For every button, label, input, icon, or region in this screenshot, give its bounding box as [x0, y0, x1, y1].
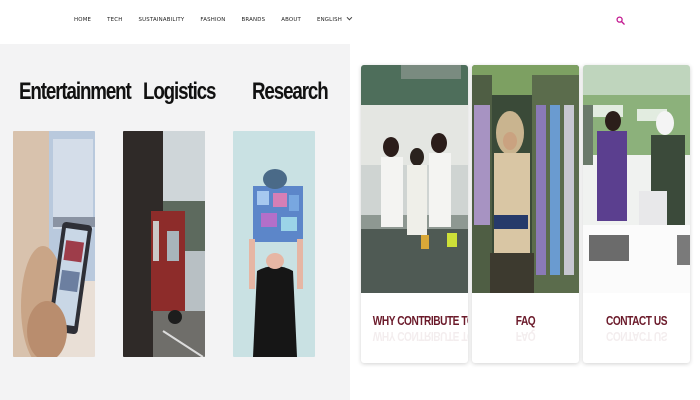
card-label: CONTACT US — [605, 313, 668, 328]
nav-sustainability[interactable]: SUSTAINABILITY — [138, 17, 184, 23]
entertainment-image[interactable] — [13, 131, 95, 357]
card-label-reflection: FAQ — [515, 329, 536, 344]
nav-tech[interactable]: TECH — [107, 17, 122, 23]
category-title-research: Research — [252, 78, 329, 105]
chevron-down-icon — [346, 14, 353, 21]
language-label: ENGLISH — [316, 17, 343, 23]
card-label-reflection: WHY CONTRIBUTE TO HU? — [372, 329, 468, 344]
card-faq[interactable]: FAQ FAQ — [472, 65, 579, 363]
category-title-logistics: Logistics — [143, 78, 216, 105]
card-label-reflection: CONTACT US — [605, 329, 668, 344]
lab-students-photo — [361, 65, 468, 293]
nav-fashion[interactable]: FASHION — [200, 17, 225, 23]
nav-brands[interactable]: BRANDS — [241, 17, 265, 23]
card-why-contribute[interactable]: WHY CONTRIBUTE TO HU? WHY CONTRIBUTE TO … — [361, 65, 468, 363]
card-label: WHY CONTRIBUTE TO HU? — [372, 313, 468, 328]
main-nav: HOME TECH SUSTAINABILITY FASHION BRANDS … — [74, 14, 366, 23]
library-student-photo — [472, 65, 579, 293]
top-navigation-bar: HOME TECH SUSTAINABILITY FASHION BRANDS … — [0, 0, 700, 44]
computer-lab-photo — [583, 65, 690, 293]
nav-about[interactable]: ABOUT — [281, 17, 301, 23]
card-label: FAQ — [515, 313, 536, 328]
search-icon[interactable] — [616, 16, 625, 25]
category-title-entertainment: Entertainment — [19, 78, 132, 105]
logistics-image[interactable] — [123, 131, 205, 357]
card-contact-us[interactable]: CONTACT US CONTACT US — [583, 65, 690, 363]
research-image[interactable] — [233, 131, 315, 357]
language-selector[interactable]: ENGLISH — [316, 14, 353, 23]
nav-home[interactable]: HOME — [74, 17, 91, 23]
